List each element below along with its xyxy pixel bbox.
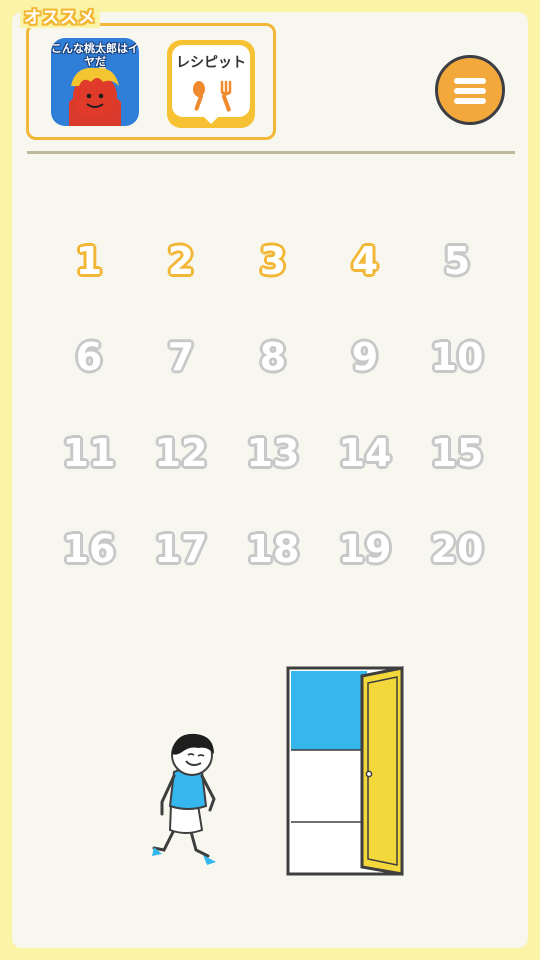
level-number: 15: [430, 431, 484, 475]
level-12[interactable]: 12: [135, 405, 227, 501]
level-20[interactable]: 20: [411, 501, 503, 597]
level-4[interactable]: 4: [319, 213, 411, 309]
app-icon-recipit[interactable]: レシピット: [167, 40, 255, 128]
level-number: 6: [75, 335, 103, 379]
menu-button[interactable]: [435, 55, 505, 125]
app-icon-momotaro[interactable]: こんな桃太郎はイヤだ: [51, 38, 139, 126]
level-number: 12: [154, 431, 208, 475]
level-number: 5: [443, 239, 471, 283]
app-icon-momotaro-title: こんな桃太郎はイヤだ: [51, 42, 139, 68]
hamburger-menu-icon: [454, 78, 486, 84]
level-number: 16: [62, 527, 116, 571]
level-number: 11: [62, 431, 116, 475]
level-17[interactable]: 17: [135, 501, 227, 597]
level-3[interactable]: 3: [227, 213, 319, 309]
level-number: 20: [430, 527, 484, 571]
level-13[interactable]: 13: [227, 405, 319, 501]
level-16[interactable]: 16: [43, 501, 135, 597]
hamburger-menu-icon-bar-3: [454, 98, 486, 104]
level-number: 1: [75, 239, 103, 283]
header-divider: [27, 151, 515, 154]
level-2[interactable]: 2: [135, 213, 227, 309]
level-number: 17: [154, 527, 208, 571]
level-number: 14: [338, 431, 392, 475]
level-number: 10: [430, 335, 484, 379]
level-select-grid: 1 2 3 4 5 6 7 8 9 10 11 12 13 14 15 16 17 18 19 20: [43, 213, 503, 593]
level-11[interactable]: 11: [43, 405, 135, 501]
level-number: 13: [246, 431, 300, 475]
app-icon-recipit-title: レシピット: [176, 55, 246, 71]
level-number: 8: [259, 335, 287, 379]
level-7[interactable]: 7: [135, 309, 227, 405]
level-number: 7: [167, 335, 195, 379]
open-yellow-door: [360, 666, 404, 876]
level-9[interactable]: 9: [319, 309, 411, 405]
level-8[interactable]: 8: [227, 309, 319, 405]
level-number: 19: [338, 527, 392, 571]
game-screen: オススメ こんな桃太郎はイヤだ レシピット 1234 5 6 7 8 9 10 …: [0, 0, 540, 960]
level-14[interactable]: 14: [319, 405, 411, 501]
level-number: 9: [351, 335, 379, 379]
level-6[interactable]: 6: [43, 309, 135, 405]
walking-boy: [152, 733, 216, 865]
level-19[interactable]: 19: [319, 501, 411, 597]
level-number: 2: [167, 239, 195, 283]
door-scene: [152, 666, 404, 876]
level-10[interactable]: 10: [411, 309, 503, 405]
level-15[interactable]: 15: [411, 405, 503, 501]
hamburger-menu-icon-bar-2: [454, 88, 486, 94]
spoon-fork-icon: [193, 80, 232, 124]
level-number: 3: [259, 239, 287, 283]
level-number: 18: [246, 527, 300, 571]
level-5[interactable]: 5: [411, 213, 503, 309]
recommended-label: オススメ: [20, 8, 100, 28]
level-18[interactable]: 18: [227, 501, 319, 597]
level-number: 4: [351, 239, 379, 283]
level-1[interactable]: 1: [43, 213, 135, 309]
